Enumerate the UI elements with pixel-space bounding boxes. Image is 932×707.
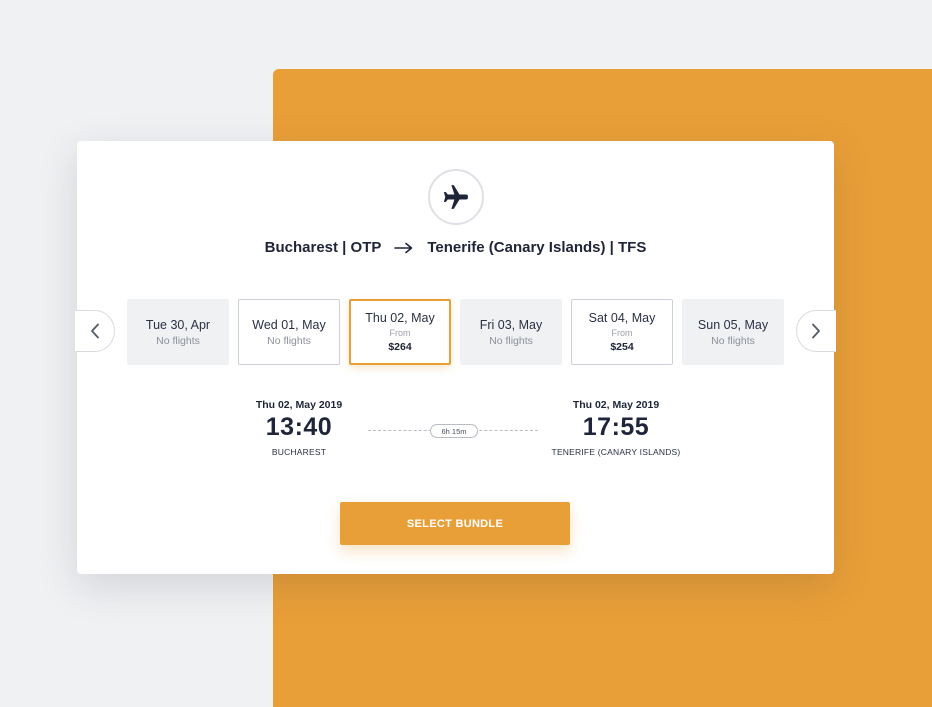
arrival-time: 17:55 xyxy=(582,413,650,441)
date-option-sat-04-may[interactable]: Sat 04, May From $254 xyxy=(571,299,673,365)
arrival-city: TENERIFE (CANARY ISLANDS) xyxy=(551,447,681,457)
route-destination: Tenerife (Canary Islands) | TFS xyxy=(427,239,647,256)
departure-date: Thu 02, May 2019 xyxy=(255,399,343,411)
date-availability: No flights xyxy=(267,334,311,347)
flight-selection-card: Bucharest | OTP Tenerife (Canary Islands… xyxy=(75,141,836,574)
date-selector: Tue 30, Apr No flights Wed 01, May No fl… xyxy=(127,299,784,365)
chevron-right-icon xyxy=(812,323,820,339)
date-label: Sat 04, May xyxy=(588,311,656,325)
date-label: Thu 02, May xyxy=(365,311,435,325)
date-label: Tue 30, Apr xyxy=(145,317,211,332)
date-availability: No flights xyxy=(489,334,533,347)
select-bundle-button[interactable]: SELECT BUNDLE xyxy=(340,502,570,545)
date-option-tue-30-apr[interactable]: Tue 30, Apr No flights xyxy=(127,299,229,365)
arrival-info: Thu 02, May 2019 17:55 TENERIFE (CANARY … xyxy=(516,399,716,457)
flight-details: Thu 02, May 2019 13:40 BUCHAREST 6h 15m … xyxy=(77,399,834,469)
date-option-thu-02-may[interactable]: Thu 02, May From $264 xyxy=(349,299,451,365)
date-price: $264 xyxy=(388,341,412,353)
date-label: Sun 05, May xyxy=(697,317,769,332)
date-label: Wed 01, May xyxy=(252,317,326,332)
arrival-date: Thu 02, May 2019 xyxy=(572,399,660,411)
price-from-label: From xyxy=(611,328,633,338)
date-price: $254 xyxy=(610,341,634,353)
next-dates-button[interactable] xyxy=(796,310,836,352)
route-heading: Bucharest | OTP Tenerife (Canary Islands… xyxy=(77,239,834,256)
departure-info: Thu 02, May 2019 13:40 BUCHAREST xyxy=(199,399,399,457)
departure-time: 13:40 xyxy=(265,413,333,441)
date-option-wed-01-may[interactable]: Wed 01, May No flights xyxy=(238,299,340,365)
departure-city: BUCHAREST xyxy=(271,447,327,457)
duration-badge: 6h 15m xyxy=(430,424,478,438)
chevron-left-icon xyxy=(91,323,99,339)
date-availability: No flights xyxy=(156,334,200,347)
prev-dates-button[interactable] xyxy=(75,310,115,352)
plane-icon xyxy=(428,169,484,225)
date-option-sun-05-may[interactable]: Sun 05, May No flights xyxy=(682,299,784,365)
date-option-fri-03-may[interactable]: Fri 03, May No flights xyxy=(460,299,562,365)
arrow-right-icon xyxy=(394,242,414,254)
price-from-label: From xyxy=(389,328,411,338)
route-origin: Bucharest | OTP xyxy=(264,239,382,256)
date-label: Fri 03, May xyxy=(479,317,543,332)
date-availability: No flights xyxy=(711,334,755,347)
